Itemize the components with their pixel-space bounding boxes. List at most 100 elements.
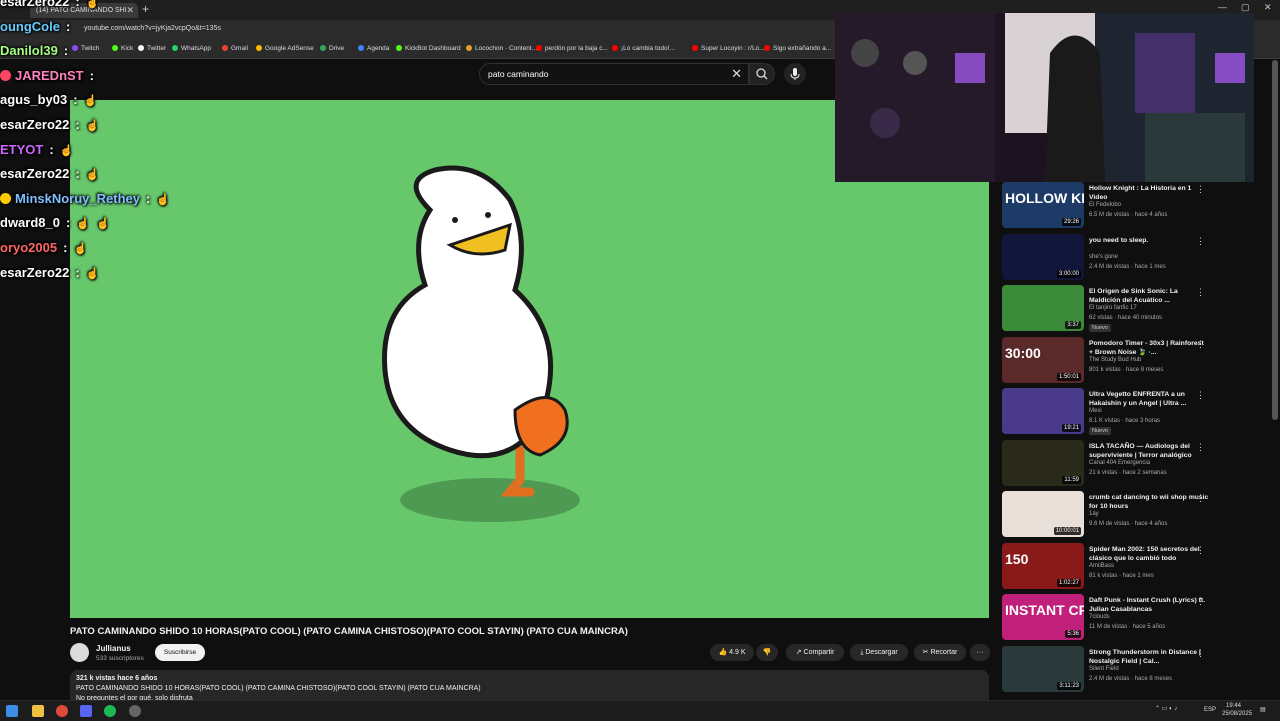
minimize-icon[interactable]: — — [1218, 2, 1227, 12]
obs-icon[interactable] — [129, 705, 141, 717]
dislike-button[interactable]: 👎 — [756, 644, 778, 661]
recommended-video[interactable]: 11:59 ISLA TACAÑO — Audiologs del supervi… — [1002, 439, 1232, 488]
bookmark-item[interactable]: Google AdSense — [256, 45, 314, 52]
discord-icon[interactable] — [80, 705, 92, 717]
bookmark-item[interactable]: Twitch — [72, 45, 99, 52]
search-input[interactable]: pato caminando — [488, 69, 549, 79]
recommended-video[interactable]: HOLLOW KNIGHT 29:26 Hollow Knight : La His… — [1002, 182, 1232, 230]
more-vertical-icon[interactable]: ⋮ — [1196, 442, 1205, 453]
more-vertical-icon[interactable]: ⋮ — [1196, 287, 1205, 298]
more-vertical-icon[interactable]: ⋮ — [1196, 390, 1205, 401]
video-thumbnail[interactable]: HOLLOW KNIGHT 29:26 — [1002, 182, 1084, 228]
clip-button[interactable]: ✂ Recortar — [914, 644, 966, 661]
bookmark-item[interactable]: Agenda — [358, 45, 389, 52]
recommended-title[interactable]: Strong Thunderstorm in Distance | Nostal… — [1089, 648, 1209, 666]
clock-time[interactable]: 19:44 — [1226, 703, 1241, 709]
video-thumbnail[interactable]: 3:00:00 — [1002, 233, 1084, 280]
recommended-title[interactable]: Pomodoro Timer - 30x3 | Rainforest + Bro… — [1089, 339, 1209, 357]
download-button[interactable]: ⤓ Descargar — [850, 644, 908, 661]
recommended-title[interactable]: you need to sleep. — [1089, 236, 1209, 245]
search-box[interactable]: pato caminando ✕ — [479, 63, 749, 85]
video-thumbnail[interactable]: 3:11:23 — [1002, 645, 1084, 692]
recommended-title[interactable]: crumb cat dancing to wii shop music for … — [1089, 493, 1209, 511]
recommended-channel[interactable]: Silent Field — [1089, 666, 1119, 672]
video-duration: 3:00:00 — [1056, 269, 1081, 278]
bookmark-item[interactable]: Sigo extrañando a... — [764, 45, 831, 52]
page-scrollbar[interactable] — [1272, 60, 1278, 420]
recommended-video[interactable]: 10:00:01 crumb cat dancing to wii shop mu… — [1002, 491, 1232, 539]
recommended-video[interactable]: 150 1:02:27 Spider Man 2002: 150 secretos … — [1002, 542, 1232, 591]
recommended-title[interactable]: El Origen de Sink Sonic: La Maldición de… — [1089, 287, 1209, 305]
more-actions-button[interactable]: ··· — [970, 644, 990, 661]
bookmark-item[interactable]: perdón por la baja c... — [536, 45, 608, 52]
video-duration: 3:11:23 — [1057, 681, 1081, 690]
recommended-channel[interactable]: she's gone — [1089, 254, 1118, 260]
video-thumbnail[interactable]: INSTANT CRUSH 5:36 — [1002, 594, 1084, 640]
recommended-channel[interactable]: El Fedelobo — [1089, 202, 1121, 208]
subscribe-button[interactable]: Suscribirse — [155, 644, 205, 661]
more-vertical-icon[interactable]: ⋮ — [1196, 596, 1205, 607]
system-tray-icons[interactable]: ⌃ ▭ ◐ ♪ — [1155, 705, 1177, 712]
video-thumbnail[interactable]: 3:37 — [1002, 285, 1084, 331]
more-vertical-icon[interactable]: ⋮ — [1196, 339, 1205, 350]
recommended-video[interactable]: 3:00:00 you need to sleep. she's gone 2.4 M… — [1002, 233, 1232, 282]
recommended-video[interactable]: 30:00 1:50:01 Pomodoro Timer - 30x3 | Rain… — [1002, 336, 1232, 385]
more-vertical-icon[interactable]: ⋮ — [1196, 545, 1205, 556]
chat-message: oungCole: — [0, 19, 70, 39]
start-menu-icon[interactable] — [6, 705, 18, 717]
recommended-meta: 2.4 M de vistas · hace 1 mes — [1089, 263, 1166, 270]
channel-name[interactable]: Jullianus — [96, 644, 131, 653]
channel-avatar[interactable] — [70, 643, 89, 662]
bookmark-item[interactable]: WhatsApp — [172, 45, 211, 52]
recommended-title[interactable]: Ultra Vegetto ENFRENTA a un Hakaishin y … — [1089, 390, 1209, 408]
close-window-icon[interactable]: ✕ — [1264, 2, 1272, 13]
video-thumbnail[interactable]: 19:21 — [1002, 388, 1084, 434]
recommended-title[interactable]: ISLA TACAÑO — Audiologs del supervivient… — [1089, 442, 1209, 460]
spotify-icon[interactable] — [104, 705, 116, 717]
search-button[interactable] — [749, 63, 775, 85]
share-button[interactable]: ↗ Compartir — [786, 644, 844, 661]
bookmark-item[interactable]: Kick — [112, 45, 133, 52]
new-tab-icon[interactable]: + — [142, 2, 149, 16]
more-vertical-icon[interactable]: ⋮ — [1196, 184, 1205, 195]
recommended-video[interactable]: 3:37 El Origen de Sink Sonic: La Maldició… — [1002, 285, 1232, 333]
bookmark-item[interactable]: Locochon · Content... — [466, 45, 537, 52]
like-button[interactable]: 👍 4.9 K — [710, 644, 754, 661]
recommended-title[interactable]: Hollow Knight : La Historia en 1 Video — [1089, 184, 1209, 202]
recommended-video[interactable]: 19:21 Ultra Vegetto ENFRENTA a un Hakaish… — [1002, 388, 1232, 436]
chrome-icon[interactable] — [56, 705, 68, 717]
recommended-channel[interactable]: The Study Bud Hub — [1089, 357, 1141, 363]
url-text[interactable]: youtube.com/watch?v=jyKja2vcpQo&t=135s — [84, 25, 221, 32]
recommended-video[interactable]: INSTANT CRUSH 5:36 Daft Punk - Instant Cru… — [1002, 594, 1232, 642]
recommended-title[interactable]: Daft Punk - Instant Crush (Lyrics) ft. J… — [1089, 596, 1209, 614]
notifications-icon[interactable]: ▤ — [1260, 706, 1266, 713]
bookmark-item[interactable]: Gmail — [222, 45, 248, 52]
recommended-channel[interactable]: El tanjiro fanfic 17 — [1089, 305, 1137, 311]
recommended-channel[interactable]: 1ay — [1089, 511, 1099, 517]
bookmark-item[interactable]: KickBot Dashboard — [396, 45, 461, 52]
more-vertical-icon[interactable]: ⋮ — [1196, 236, 1205, 247]
recommended-channel[interactable]: 7clouds — [1089, 614, 1110, 620]
video-thumbnail[interactable]: 10:00:01 — [1002, 491, 1084, 537]
more-vertical-icon[interactable]: ⋮ — [1196, 648, 1205, 659]
language-indicator[interactable]: ESP — [1204, 707, 1216, 713]
file-explorer-icon[interactable] — [32, 705, 44, 717]
recommended-channel[interactable]: Mexi — [1089, 408, 1102, 414]
bookmark-item[interactable]: Super Locoyin : r/Lo... — [692, 45, 765, 52]
bookmark-item[interactable]: ¡Lo cambia todo!... — [612, 45, 675, 52]
video-thumbnail[interactable]: 11:59 — [1002, 439, 1084, 486]
voice-search-button[interactable] — [784, 63, 806, 85]
video-thumbnail[interactable]: 30:00 1:50:01 — [1002, 336, 1084, 383]
recommended-channel[interactable]: Canal 404 Emergencia — [1089, 460, 1150, 466]
clear-search-icon[interactable]: ✕ — [731, 66, 742, 82]
video-thumbnail[interactable]: 150 1:02:27 — [1002, 542, 1084, 589]
bookmark-item[interactable]: Twitter — [138, 45, 166, 52]
more-vertical-icon[interactable]: ⋮ — [1196, 493, 1205, 504]
recommended-video[interactable]: 3:11:23 Strong Thunderstorm in Distance |… — [1002, 645, 1232, 694]
close-tab-icon[interactable]: ✕ — [126, 3, 134, 18]
recommended-channel[interactable]: AmiiBass — [1089, 563, 1114, 569]
clock-date[interactable]: 25/08/2025 — [1222, 711, 1252, 717]
maximize-icon[interactable]: ▢ — [1241, 2, 1250, 13]
bookmark-item[interactable]: Drive — [320, 45, 344, 52]
recommended-title[interactable]: Spider Man 2002: 150 secretos del clásic… — [1089, 545, 1209, 563]
